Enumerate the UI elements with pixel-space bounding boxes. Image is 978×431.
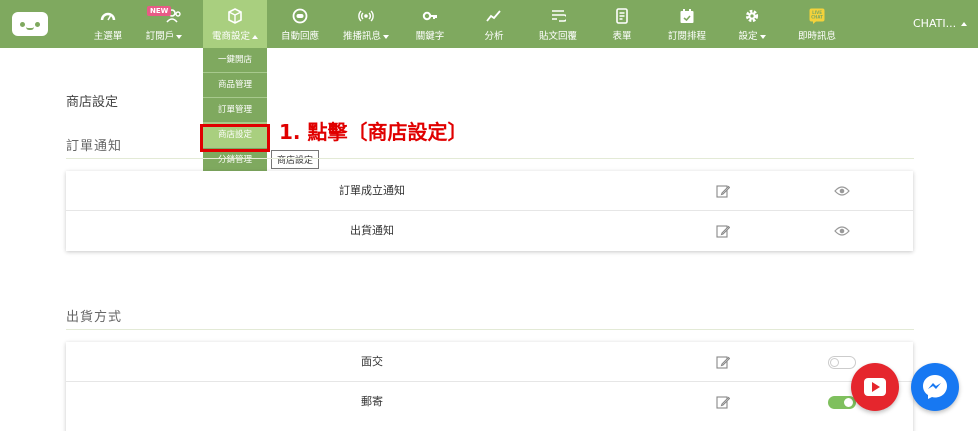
nav-label: 即時訊息 (797, 31, 836, 42)
edit-icon[interactable] (716, 224, 730, 238)
nav-label: 訂閱排程 (667, 31, 706, 42)
nav-item-main-menu[interactable]: 主選單 (84, 0, 132, 48)
nav-item-auto-reply[interactable]: 自動回應 (272, 0, 328, 48)
nav-item-broadcast[interactable]: 推播訊息 (336, 0, 396, 48)
caret-down-icon (176, 34, 183, 39)
nav-item-keywords[interactable]: 關鍵字 (404, 0, 456, 48)
nav-item-forms[interactable]: 表單 (600, 0, 644, 48)
nav-label: 電商設定 (211, 31, 250, 42)
dashboard-icon (100, 12, 116, 21)
nav-label: 分析 (484, 31, 504, 42)
dropdown-item-one-click-store[interactable]: 一鍵開店 (203, 48, 267, 73)
nav-label: 主選單 (93, 31, 123, 42)
new-badge: NEW (147, 6, 172, 16)
nav-item-ecommerce-settings[interactable]: 電商設定 (203, 0, 267, 48)
table-row: 面交 (66, 342, 913, 382)
toggle-switch-on[interactable] (828, 396, 856, 409)
row-label: 訂單成立通知 (339, 184, 405, 197)
nav-item-live-chat[interactable]: LIVE CHAT 即時訊息 (792, 0, 842, 48)
row-label: 面交 (361, 355, 383, 368)
chart-icon (486, 10, 501, 22)
live-chat-icon: LIVECHAT (809, 8, 825, 24)
page-title: 商店設定 (66, 95, 119, 110)
user-name: CHATI... (913, 17, 957, 30)
nav-item-post-reply[interactable]: 貼文回覆 (532, 0, 584, 48)
nav-label: 設定 (738, 31, 758, 42)
messenger-icon (923, 375, 947, 399)
table-row: 出貨通知 (66, 211, 913, 251)
youtube-icon (864, 378, 886, 396)
key-icon (422, 11, 437, 21)
nav-label: 自動回應 (280, 31, 319, 42)
table-row: 訂單成立通知 (66, 171, 913, 211)
chatisfy-logo-icon[interactable] (12, 12, 48, 36)
calendar-icon (680, 9, 694, 23)
nav-item-analytics[interactable]: 分析 (470, 0, 518, 48)
order-notification-card: 訂單成立通知 出貨通知 (66, 171, 913, 251)
nav-label: 表單 (612, 31, 632, 42)
edit-icon[interactable] (716, 355, 730, 369)
box-icon (228, 8, 242, 24)
form-icon (616, 8, 628, 24)
svg-text:CHAT: CHAT (811, 15, 823, 20)
nav-label: 訂閱戶 (145, 31, 175, 42)
annotation-highlight-box (200, 124, 270, 152)
nav-item-settings[interactable]: 設定 (730, 0, 774, 48)
toggle-switch-off[interactable] (828, 356, 856, 369)
eye-icon[interactable] (834, 185, 850, 197)
tooltip: 商店設定 (271, 150, 320, 169)
eye-icon[interactable] (834, 225, 850, 237)
user-menu[interactable]: CHATI... (913, 17, 968, 30)
youtube-button[interactable] (851, 363, 899, 411)
section-title-shipping-method: 出貨方式 (66, 310, 123, 325)
caret-up-icon (961, 22, 968, 26)
gear-icon (745, 9, 759, 23)
caret-down-icon (759, 34, 766, 39)
nav-label: 貼文回覆 (538, 31, 577, 42)
section-divider (66, 329, 914, 330)
row-label: 郵寄 (361, 395, 383, 408)
broadcast-icon (358, 10, 374, 22)
shipping-method-card: 面交 郵寄 (66, 342, 913, 431)
caret-up-icon (252, 34, 258, 39)
section-title-order-notification: 訂單通知 (66, 139, 123, 154)
nav-item-subscription-schedule[interactable]: 訂閱排程 (660, 0, 714, 48)
post-reply-icon (552, 10, 566, 22)
messenger-button[interactable] (911, 363, 959, 411)
section-divider (66, 158, 914, 159)
dropdown-item-product-management[interactable]: 商品管理 (203, 73, 267, 98)
robot-icon (292, 8, 308, 24)
row-label: 出貨通知 (350, 224, 394, 237)
table-row: 郵寄 (66, 382, 913, 422)
nav-label: 推播訊息 (342, 31, 381, 42)
edit-icon[interactable] (716, 184, 730, 198)
nav-label: 關鍵字 (415, 31, 445, 42)
caret-down-icon (383, 34, 389, 39)
top-nav-bar: 主選單 訂閱戶 NEW 電商設定 自動回應 推播訊息 關鍵字 分析 貼文回覆 表… (0, 0, 978, 48)
edit-icon[interactable] (716, 395, 730, 409)
annotation-text: 1. 點擊〔商店設定〕 (279, 120, 468, 144)
dropdown-item-order-management[interactable]: 訂單管理 (203, 98, 267, 123)
ecommerce-dropdown-menu: 一鍵開店 商品管理 訂單管理 商店設定 分銷管理 (203, 48, 267, 173)
